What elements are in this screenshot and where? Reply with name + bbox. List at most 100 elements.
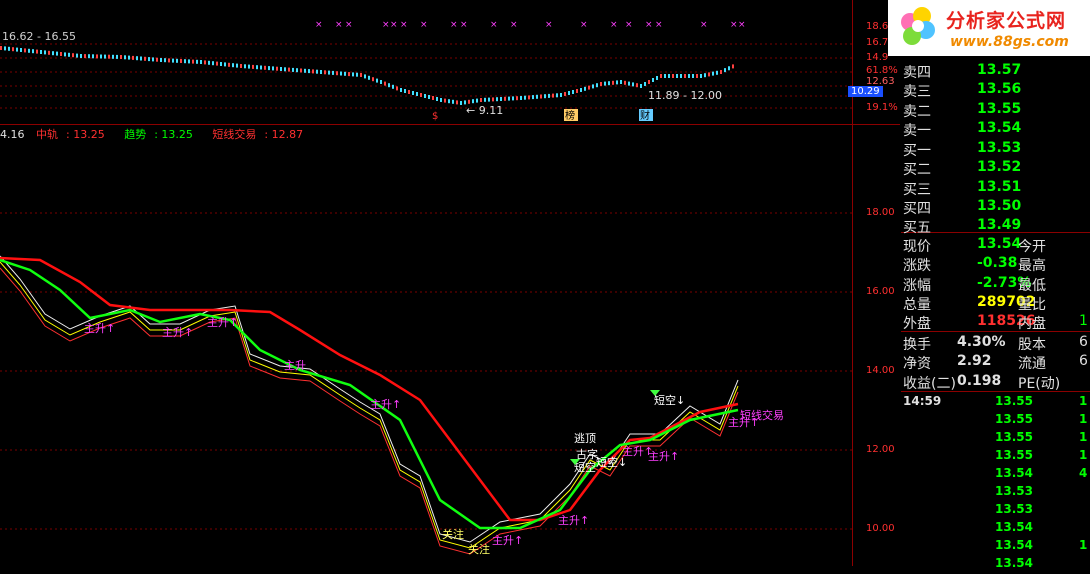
signal-annotation: 主升↑ bbox=[492, 534, 523, 547]
tick-price: 13.55 bbox=[995, 412, 1033, 426]
mini-candle bbox=[124, 55, 126, 60]
stat-extra: 1 bbox=[1079, 313, 1088, 330]
mini-candle bbox=[360, 73, 362, 77]
mini-candle bbox=[592, 84, 594, 89]
current-price-tag: 10.29 bbox=[848, 86, 883, 97]
mini-candle bbox=[240, 64, 242, 68]
sell-label: 卖四 bbox=[903, 65, 931, 81]
stat-label2: 最高 bbox=[1018, 258, 1046, 275]
mini-candle bbox=[188, 59, 190, 64]
mini-candle bbox=[104, 54, 106, 59]
mini-candle bbox=[616, 80, 618, 85]
kline-chart-area[interactable]: × × × × × × × × × × × × × × × × × × × × ← 9.11 11.89 - 12.00 $… bbox=[0, 0, 900, 566]
mini-candle bbox=[644, 82, 646, 86]
mini-candle bbox=[444, 98, 446, 103]
mini-candle bbox=[440, 98, 442, 102]
signal-annotation: 主升↑ bbox=[370, 398, 401, 411]
signal-annotation: 逃顶 bbox=[574, 432, 596, 445]
tick-vol: 1 bbox=[1079, 412, 1088, 426]
mini-candle bbox=[56, 51, 58, 56]
mini-candle bbox=[424, 94, 426, 98]
pattern-marker: × bbox=[315, 20, 323, 30]
signal-annotation: 关注 bbox=[468, 542, 490, 556]
tick-price: 13.55 bbox=[995, 394, 1033, 408]
mini-candle bbox=[512, 96, 514, 101]
tick-price: 13.53 bbox=[995, 502, 1033, 516]
mini-candle bbox=[692, 74, 694, 78]
mini-candle bbox=[420, 93, 422, 97]
mini-candle bbox=[580, 88, 582, 92]
mini-candle bbox=[172, 58, 174, 63]
event-marker: $ bbox=[432, 111, 438, 122]
mini-candle bbox=[148, 57, 150, 62]
tick-price: 13.55 bbox=[995, 448, 1033, 462]
mini-candle bbox=[484, 97, 486, 102]
mini-candle bbox=[100, 54, 102, 59]
pattern-marker: × bbox=[345, 20, 353, 30]
tick-price: 13.54 bbox=[995, 556, 1033, 570]
short-line-red bbox=[0, 267, 739, 555]
mini-candle bbox=[628, 81, 630, 86]
buy-row: 买一 13.53 bbox=[901, 140, 1090, 159]
mini-candle bbox=[376, 78, 378, 83]
tick-price: 13.54 bbox=[995, 538, 1033, 552]
mini-candle bbox=[4, 46, 6, 51]
mini-candle bbox=[332, 70, 334, 75]
mini-candle bbox=[68, 52, 70, 57]
logo-url: www.88gs.com bbox=[950, 34, 1069, 50]
sell-row: 卖四 13.57 bbox=[901, 62, 1090, 81]
mini-candle bbox=[264, 65, 266, 70]
mini-candle bbox=[428, 95, 430, 99]
pattern-marker: × bbox=[400, 20, 408, 30]
duanxian-legend: 短线交易: 12.87 bbox=[212, 128, 304, 141]
mini-candle bbox=[716, 70, 718, 75]
mini-candle bbox=[560, 93, 562, 97]
mini-candle bbox=[488, 97, 490, 102]
stat2-label: 换手 bbox=[903, 337, 931, 353]
mini-candle bbox=[672, 74, 674, 78]
mini-candle bbox=[544, 94, 546, 99]
mini-candle bbox=[436, 97, 438, 101]
chart-canvas[interactable]: × × × × × × × × × × × × × × × × × × × ×← 9.1111.89 - 12.00$… bbox=[0, 0, 900, 566]
stat-label: 涨跌 bbox=[903, 258, 931, 275]
stat-row: 现价 13.54 今开 bbox=[901, 236, 1090, 255]
mini-candle bbox=[152, 57, 154, 62]
stat-label: 涨幅 bbox=[903, 277, 931, 294]
mini-candle bbox=[432, 96, 434, 100]
mini-candle bbox=[292, 67, 294, 72]
mini-candle bbox=[480, 98, 482, 102]
mini-candle bbox=[144, 56, 146, 61]
mini-candle bbox=[452, 99, 454, 104]
mini-candle bbox=[288, 67, 290, 72]
indicator-prefix: 4.16 bbox=[0, 128, 25, 141]
main-axis-label: 18.00 bbox=[866, 207, 895, 218]
stat-value: -0.38 bbox=[977, 255, 1018, 272]
mini-candle bbox=[624, 80, 626, 85]
mini-candle bbox=[48, 50, 50, 55]
mini-candle bbox=[112, 54, 114, 59]
mini-candle bbox=[524, 95, 526, 100]
mini-candle bbox=[396, 86, 398, 91]
mini-candle bbox=[284, 67, 286, 72]
mini-candle bbox=[492, 97, 494, 102]
mini-candle bbox=[320, 70, 322, 74]
main-axis-label: 14.00 bbox=[866, 365, 895, 376]
stat-label2: 量比 bbox=[1018, 296, 1046, 313]
mini-candle bbox=[212, 61, 214, 66]
top-axis-label: 18.6 bbox=[866, 21, 889, 32]
stat2-value: 0.198 bbox=[957, 372, 1002, 389]
stat2-extra: 6 bbox=[1079, 353, 1088, 370]
mini-candle bbox=[340, 71, 342, 76]
mini-candle bbox=[472, 99, 474, 104]
stat2-row: 收益(二) 0.198 PE(动) bbox=[901, 373, 1090, 392]
tick-row: 13.54 4 bbox=[901, 466, 1090, 484]
mini-candle bbox=[88, 54, 90, 59]
mini-candle bbox=[648, 80, 650, 84]
tick-row: 13.53 bbox=[901, 502, 1090, 520]
buy-price: 13.49 bbox=[977, 217, 1022, 234]
mini-candle bbox=[600, 82, 602, 86]
mini-candle bbox=[620, 80, 622, 84]
mini-candle bbox=[132, 55, 134, 60]
pattern-marker: × bbox=[420, 20, 428, 30]
signal-annotation: 主升↑ bbox=[84, 322, 115, 335]
